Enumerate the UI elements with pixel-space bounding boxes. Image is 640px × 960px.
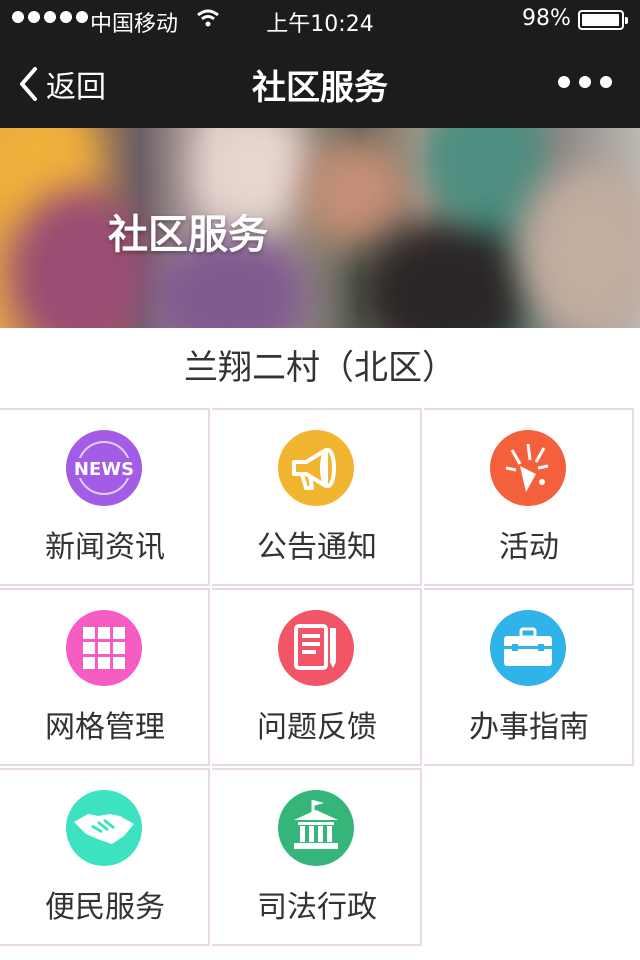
battery-icon [578, 10, 628, 30]
tile-label: 问题反馈 [257, 710, 377, 745]
tile-judicial-administration[interactable]: 司法行政 [212, 768, 422, 946]
megaphone-icon [278, 430, 354, 506]
tile-convenience-services[interactable]: 便民服务 [0, 768, 210, 946]
tile-feedback[interactable]: 问题反馈 [212, 588, 422, 766]
tile-label: 便民服务 [45, 890, 165, 925]
hero-banner: 社区服务 [0, 128, 640, 328]
tile-activities[interactable]: 活动 [424, 408, 634, 586]
grid-icon [66, 610, 142, 686]
tile-label: 新闻资讯 [45, 530, 165, 565]
tile-label: 公告通知 [257, 530, 377, 565]
tile-grid-management[interactable]: 网格管理 [0, 588, 210, 766]
news-icon: NEWS [66, 430, 142, 506]
handshake-icon [66, 790, 142, 866]
celebration-icon [490, 430, 566, 506]
courthouse-icon [278, 790, 354, 866]
tile-service-guide[interactable]: 办事指南 [424, 588, 634, 766]
more-options-button[interactable] [558, 76, 612, 88]
tile-announcements[interactable]: 公告通知 [212, 408, 422, 586]
briefcase-icon [490, 610, 566, 686]
community-name: 兰翔二村（北区） [184, 348, 456, 388]
feedback-icon [278, 610, 354, 686]
tile-label: 网格管理 [45, 710, 165, 745]
tile-label: 活动 [499, 530, 559, 565]
tile-news[interactable]: NEWS 新闻资讯 [0, 408, 210, 586]
navigation-bar: 返回 社区服务 [0, 40, 640, 128]
tile-label: 办事指南 [469, 710, 589, 745]
status-bar: 中国移动 上午10:24 98% [0, 0, 640, 40]
svg-text:NEWS: NEWS [74, 459, 134, 480]
page-title: 社区服务 [252, 68, 388, 108]
battery-percentage: 98% [522, 6, 571, 31]
tile-label: 司法行政 [257, 890, 377, 925]
banner-title: 社区服务 [108, 212, 268, 258]
